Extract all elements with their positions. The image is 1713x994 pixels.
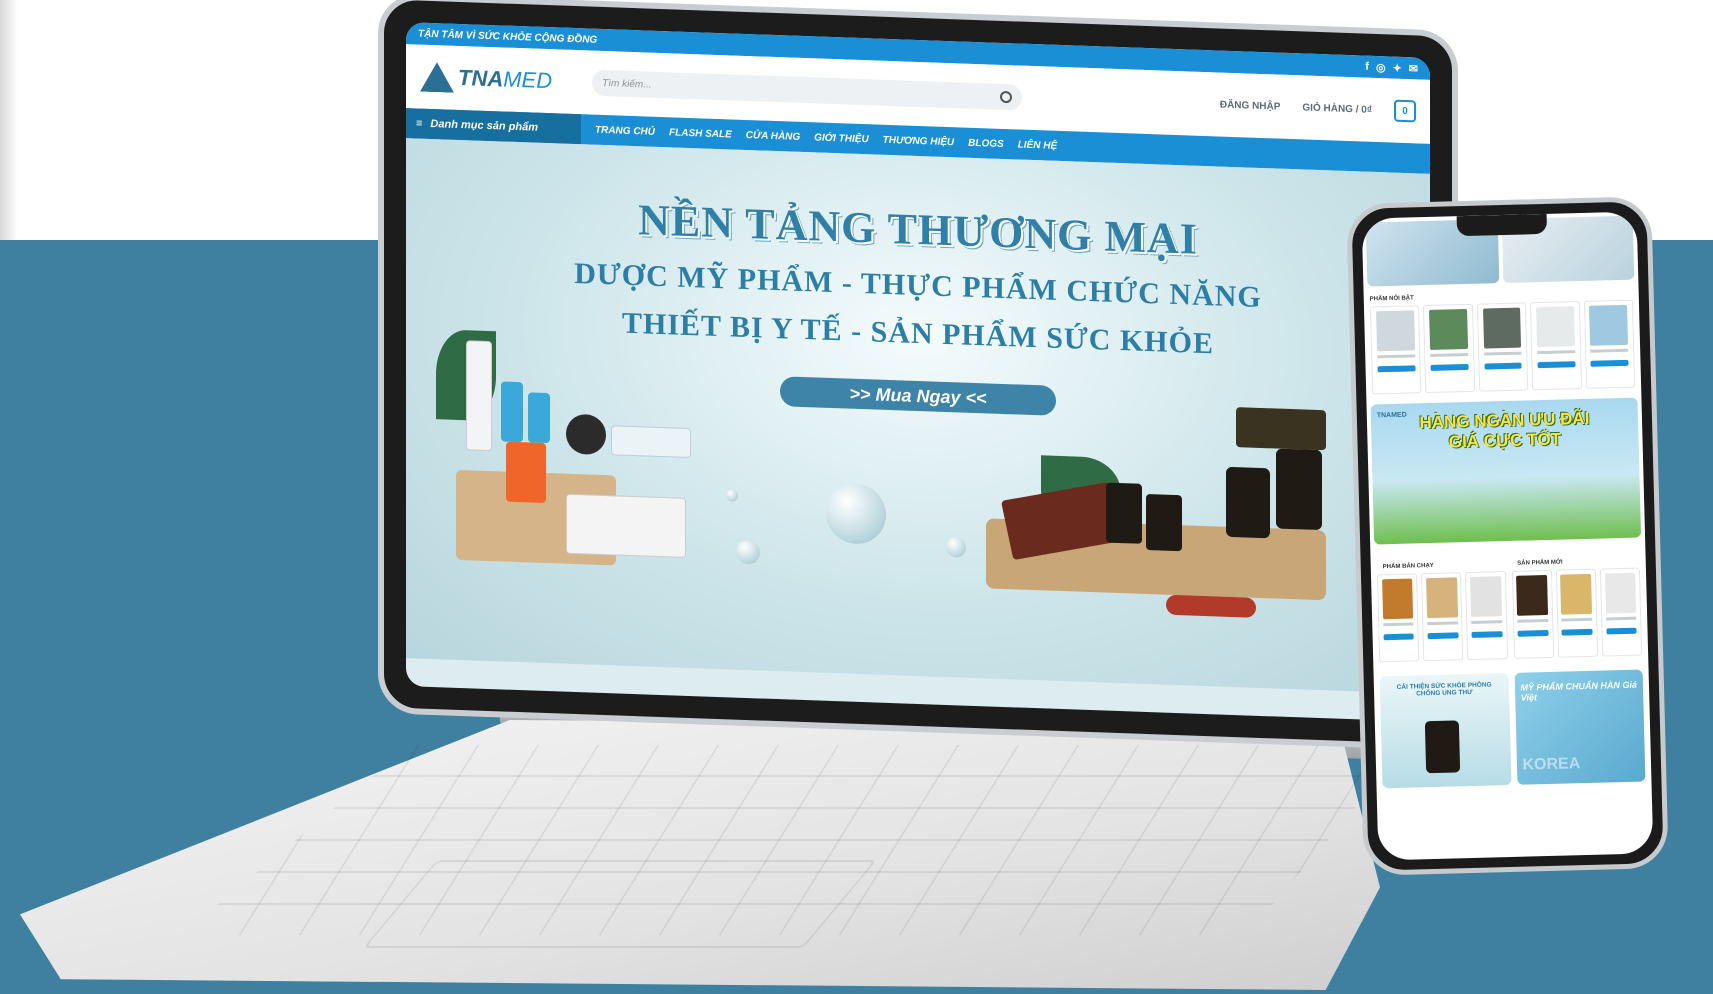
pearl-decoration xyxy=(946,536,966,558)
product-box-image xyxy=(566,493,686,558)
promo-brand: TNAMED xyxy=(1376,411,1407,420)
background-edge-shadow xyxy=(0,0,18,240)
product-card[interactable] xyxy=(1423,303,1476,394)
phone-featured-grid xyxy=(1364,299,1641,395)
pearl-decoration xyxy=(736,539,760,565)
product-card[interactable] xyxy=(1369,305,1422,395)
logo-text-part2: MED xyxy=(503,66,553,94)
banner-korea-watermark: KOREA xyxy=(1522,755,1581,774)
nav-item-blogs[interactable]: BLOGS xyxy=(968,137,1004,149)
product-card[interactable] xyxy=(1583,299,1636,389)
product-jar-image xyxy=(611,425,691,459)
capsules-image xyxy=(1166,594,1256,618)
logo-mark xyxy=(420,62,454,93)
product-tubes-image xyxy=(506,441,546,504)
nav-item-home[interactable]: TRANG CHỦ xyxy=(595,124,655,137)
product-card[interactable] xyxy=(1421,572,1464,662)
hero-banner[interactable]: NỀN TẢNG THƯƠNG MẠI DƯỢC MỸ PHẨM - THỰC … xyxy=(406,138,1430,694)
phone-banner-korea[interactable]: MỸ PHẨM CHUẨN HÀN Giá Việt KOREA xyxy=(1514,669,1646,785)
phone-screen: PHẨM NỔI BẬT TNAMED HÀNG NGÀN ƯU ĐÃI GIÁ… xyxy=(1361,211,1654,861)
social-links: f ◎ ✦ ✉ xyxy=(1365,60,1418,75)
product-card[interactable] xyxy=(1530,301,1582,391)
product-serum-image xyxy=(528,392,550,444)
phone-banner-health[interactable]: CẢI THIỆN SỨC KHỎE PHÒNG CHỐNG UNG THƯ xyxy=(1379,673,1512,789)
product-card[interactable] xyxy=(1476,302,1529,392)
banner-health-caption: CẢI THIỆN SỨC KHỎE PHÒNG CHỐNG UNG THƯ xyxy=(1396,681,1492,698)
product-jar-image xyxy=(1276,448,1322,531)
search-icon[interactable] xyxy=(1000,90,1013,104)
cart-link[interactable]: GIỎ HÀNG / 0₫ xyxy=(1302,102,1372,115)
product-bottle-image xyxy=(466,340,492,452)
tablet-screen: TẬN TÂM VÌ SỨC KHỎE CỘNG ĐỒNG f ◎ ✦ ✉ TN… xyxy=(406,22,1430,722)
hamburger-icon: ≡ xyxy=(416,117,423,130)
phone-bottom-banners: CẢI THIỆN SỨC KHỎE PHÒNG CHỐNG UNG THƯ M… xyxy=(1373,659,1651,798)
keyboard-trackpad xyxy=(363,860,877,948)
phone-new-grid xyxy=(1511,567,1643,659)
nav-item-contact[interactable]: LIÊN HỆ xyxy=(1018,139,1057,151)
phone-bestseller-section: PHẨM BÁN CHẠY xyxy=(1376,555,1508,663)
facebook-icon[interactable]: f xyxy=(1365,60,1369,73)
pearl-decoration xyxy=(726,489,738,502)
nav-item-store[interactable]: CỬA HÀNG xyxy=(746,129,800,142)
search-input[interactable]: Tìm kiếm... xyxy=(592,69,1023,111)
phone-bestseller-grid xyxy=(1376,571,1508,663)
email-icon[interactable]: ✉ xyxy=(1409,62,1418,75)
product-jar-image xyxy=(1146,493,1182,552)
site-tagline: TẬN TÂM VÌ SỨC KHỎE CỘNG ĐỒNG xyxy=(418,28,598,46)
product-jar-image xyxy=(1106,482,1142,544)
nav-item-brands[interactable]: THƯƠNG HIỆU xyxy=(883,134,954,147)
product-card[interactable] xyxy=(1465,571,1508,661)
buy-now-button[interactable]: >> Mua Ngay << xyxy=(780,376,1056,416)
phone-device: PHẨM NỔI BẬT TNAMED HÀNG NGÀN ƯU ĐÃI GIÁ… xyxy=(1346,196,1669,876)
logo-text-part1: TNA xyxy=(458,64,504,92)
phone-product-sections: PHẨM BÁN CHẠY SẢN PHẨM MỚI xyxy=(1370,547,1648,666)
product-box-image xyxy=(1236,407,1326,451)
banner-korea-caption: MỸ PHẨM CHUẨN HÀN Giá Việt xyxy=(1520,679,1638,703)
header-actions: ĐĂNG NHẬP GIỎ HÀNG / 0₫ 0 xyxy=(1220,94,1416,123)
phone-promo-banner[interactable]: TNAMED HÀNG NGÀN ƯU ĐÃI GIÁ CỰC TỐT xyxy=(1370,397,1642,545)
login-link[interactable]: ĐĂNG NHẬP xyxy=(1220,99,1281,112)
product-card[interactable] xyxy=(1376,573,1420,663)
logo-text: TNAMED xyxy=(458,65,552,94)
product-card[interactable] xyxy=(1511,569,1554,659)
phone-notch xyxy=(1456,213,1548,237)
phone-new-section: SẢN PHẨM MỚI xyxy=(1511,552,1643,659)
pearl-decoration xyxy=(826,482,886,545)
twitter-icon[interactable]: ✦ xyxy=(1393,61,1402,74)
nav-item-about[interactable]: GIỚI THIỆU xyxy=(814,132,869,145)
product-jar-image xyxy=(1226,466,1270,539)
product-jar-image xyxy=(1424,720,1460,774)
site-logo[interactable]: TNAMED xyxy=(420,62,552,97)
search-placeholder: Tìm kiếm... xyxy=(602,77,652,91)
cart-icon[interactable]: 0 xyxy=(1394,99,1416,123)
product-card[interactable] xyxy=(1599,567,1643,657)
instagram-icon[interactable]: ◎ xyxy=(1376,60,1386,73)
product-jar-image xyxy=(566,413,606,456)
product-serum-image xyxy=(501,381,523,443)
nav-item-flash-sale[interactable]: FLASH SALE xyxy=(669,127,732,140)
tablet-device: TẬN TÂM VÌ SỨC KHỎE CỘNG ĐỒNG f ◎ ✦ ✉ TN… xyxy=(378,0,1458,751)
product-card[interactable] xyxy=(1555,568,1599,658)
category-menu-label: Danh mục sản phẩm xyxy=(430,117,538,134)
